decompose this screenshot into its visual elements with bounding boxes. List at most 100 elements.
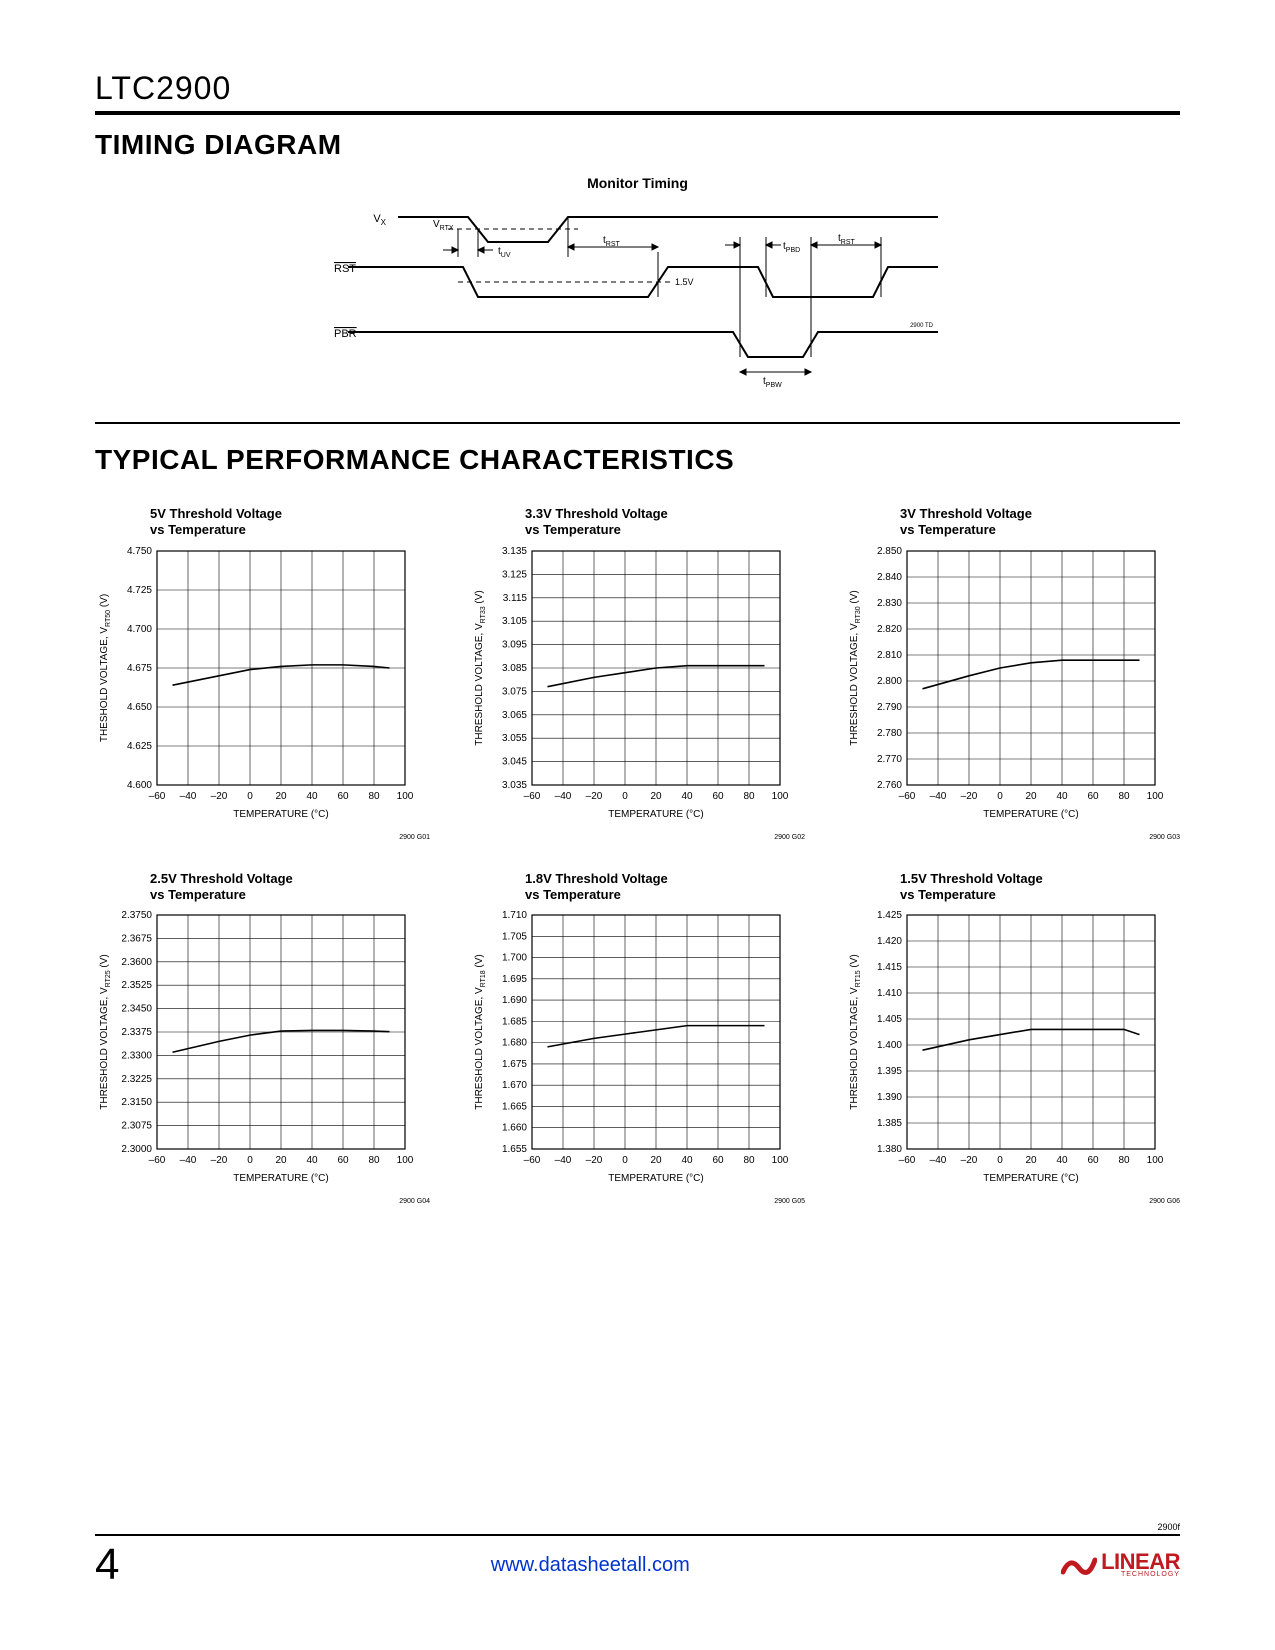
svg-text:3.065: 3.065	[502, 709, 527, 720]
svg-text:–60: –60	[149, 791, 166, 802]
svg-text:3.055: 3.055	[502, 733, 527, 744]
svg-text:4.750: 4.750	[127, 547, 152, 557]
chart-title: 1.8V Threshold Voltage vs Temperature	[525, 871, 805, 904]
part-number: LTC2900	[95, 70, 1180, 107]
timing-diagram: Monitor Timing VX RST	[95, 175, 1180, 392]
svg-text:TEMPERATURE (°C): TEMPERATURE (°C)	[608, 809, 703, 820]
chart-title: 3V Threshold Voltage vs Temperature	[900, 506, 1180, 539]
svg-text:2.3750: 2.3750	[121, 911, 152, 921]
svg-text:1.710: 1.710	[502, 911, 527, 921]
chart-svg: –60–40–200204060801002.7602.7702.7802.79…	[845, 547, 1165, 827]
svg-text:4.625: 4.625	[127, 741, 152, 752]
svg-text:60: 60	[1087, 791, 1099, 802]
footer-url[interactable]: www.datasheetall.com	[491, 1554, 690, 1577]
svg-text:PBR: PBR	[334, 328, 357, 340]
chart-svg: –60–40–200204060801002.30002.30752.31502…	[95, 911, 415, 1191]
svg-text:1.390: 1.390	[877, 1092, 902, 1103]
svg-text:2.800: 2.800	[877, 676, 902, 687]
svg-text:2.760: 2.760	[877, 780, 902, 791]
svg-text:60: 60	[712, 791, 724, 802]
chart-cell: 3V Threshold Voltage vs Temperature–60–4…	[845, 506, 1180, 841]
svg-text:1.655: 1.655	[502, 1144, 527, 1155]
svg-text:THRESHOLD VOLTAGE, VRT30 (V): THRESHOLD VOLTAGE, VRT30 (V)	[849, 590, 862, 746]
svg-text:100: 100	[772, 791, 789, 802]
chart-code: 2900 G03	[845, 834, 1180, 841]
svg-text:3.085: 3.085	[502, 663, 527, 674]
svg-text:–40: –40	[555, 791, 572, 802]
svg-text:–20: –20	[211, 1155, 228, 1166]
svg-text:3.035: 3.035	[502, 780, 527, 791]
svg-text:THRESHOLD VOLTAGE, VRT18 (V): THRESHOLD VOLTAGE, VRT18 (V)	[474, 954, 487, 1110]
svg-text:0: 0	[622, 791, 628, 802]
svg-text:1.660: 1.660	[502, 1123, 527, 1134]
svg-text:4.700: 4.700	[127, 624, 152, 635]
svg-text:20: 20	[650, 1155, 662, 1166]
svg-text:–60: –60	[899, 791, 916, 802]
svg-text:0: 0	[997, 791, 1003, 802]
svg-text:100: 100	[397, 791, 414, 802]
svg-text:2.850: 2.850	[877, 547, 902, 557]
svg-text:1.705: 1.705	[502, 931, 527, 942]
svg-text:60: 60	[337, 1155, 349, 1166]
svg-text:–60: –60	[899, 1155, 916, 1166]
svg-text:1.680: 1.680	[502, 1038, 527, 1049]
svg-text:tPBW: tPBW	[763, 376, 782, 387]
header-rule	[95, 111, 1180, 115]
svg-text:1.415: 1.415	[877, 962, 902, 973]
svg-text:2.3000: 2.3000	[121, 1144, 152, 1155]
svg-text:2.3375: 2.3375	[121, 1027, 152, 1038]
svg-text:RST: RST	[334, 263, 356, 275]
chart-title: 1.5V Threshold Voltage vs Temperature	[900, 871, 1180, 904]
svg-text:2.3675: 2.3675	[121, 933, 152, 944]
chart-title: 2.5V Threshold Voltage vs Temperature	[150, 871, 430, 904]
svg-text:2.3150: 2.3150	[121, 1097, 152, 1108]
svg-text:80: 80	[1118, 1155, 1130, 1166]
svg-text:3.075: 3.075	[502, 686, 527, 697]
svg-text:tPBD: tPBD	[783, 241, 800, 254]
svg-text:2.3225: 2.3225	[121, 1074, 152, 1085]
svg-text:4.725: 4.725	[127, 585, 152, 596]
svg-text:40: 40	[1056, 791, 1068, 802]
svg-text:2.790: 2.790	[877, 702, 902, 713]
svg-text:3.125: 3.125	[502, 569, 527, 580]
svg-text:40: 40	[306, 1155, 318, 1166]
chart-cell: 2.5V Threshold Voltage vs Temperature –60…	[95, 871, 430, 1206]
svg-text:2.3600: 2.3600	[121, 957, 152, 968]
section-timing-heading: TIMING DIAGRAM	[95, 129, 1180, 161]
chart-grid: 5V Threshold Voltage vs Temperature –60 –4…	[95, 506, 1180, 1205]
svg-text:THRESHOLD VOLTAGE, VRT33 (V): THRESHOLD VOLTAGE, VRT33 (V)	[474, 590, 487, 746]
section-perf-heading: TYPICAL PERFORMANCE CHARACTERISTICS	[95, 444, 1180, 476]
svg-text:THRESHOLD VOLTAGE, VRT25 (V): THRESHOLD VOLTAGE, VRT25 (V)	[99, 954, 112, 1110]
svg-text:3.135: 3.135	[502, 547, 527, 557]
svg-text:60: 60	[1087, 1155, 1099, 1166]
svg-text:–60: –60	[149, 1155, 166, 1166]
svg-text:0: 0	[247, 791, 253, 802]
svg-text:–60: –60	[524, 1155, 541, 1166]
svg-text:100: 100	[1147, 791, 1164, 802]
svg-text:TEMPERATURE (°C): TEMPERATURE (°C)	[983, 809, 1078, 820]
svg-text:40: 40	[681, 1155, 693, 1166]
svg-text:1.675: 1.675	[502, 1059, 527, 1070]
svg-text:2.3450: 2.3450	[121, 1004, 152, 1015]
page-number: 4	[95, 1543, 119, 1587]
svg-text:1.690: 1.690	[502, 995, 527, 1006]
svg-text:2.840: 2.840	[877, 572, 902, 583]
svg-text:1.685: 1.685	[502, 1016, 527, 1027]
svg-text:1.380: 1.380	[877, 1144, 902, 1155]
svg-text:1.670: 1.670	[502, 1080, 527, 1091]
svg-text:2.3300: 2.3300	[121, 1050, 152, 1061]
chart-code: 2900 G01	[95, 834, 430, 841]
svg-text:40: 40	[1056, 1155, 1068, 1166]
svg-text:3.105: 3.105	[502, 616, 527, 627]
svg-text:tRST: tRST	[603, 235, 621, 248]
logo-main: LINEAR	[1101, 1552, 1180, 1572]
svg-text:–60: –60	[524, 791, 541, 802]
svg-text:20: 20	[275, 791, 287, 802]
svg-text:4.600: 4.600	[127, 780, 152, 791]
svg-text:2.3075: 2.3075	[121, 1121, 152, 1132]
svg-text:80: 80	[743, 1155, 755, 1166]
svg-text:TEMPERATURE (°C): TEMPERATURE (°C)	[233, 1173, 328, 1184]
svg-text:2.810: 2.810	[877, 650, 902, 661]
chart-svg: –60–40–200204060801003.0353.0453.0553.06…	[470, 547, 790, 827]
chart-title: 5V Threshold Voltage vs Temperature	[150, 506, 430, 539]
